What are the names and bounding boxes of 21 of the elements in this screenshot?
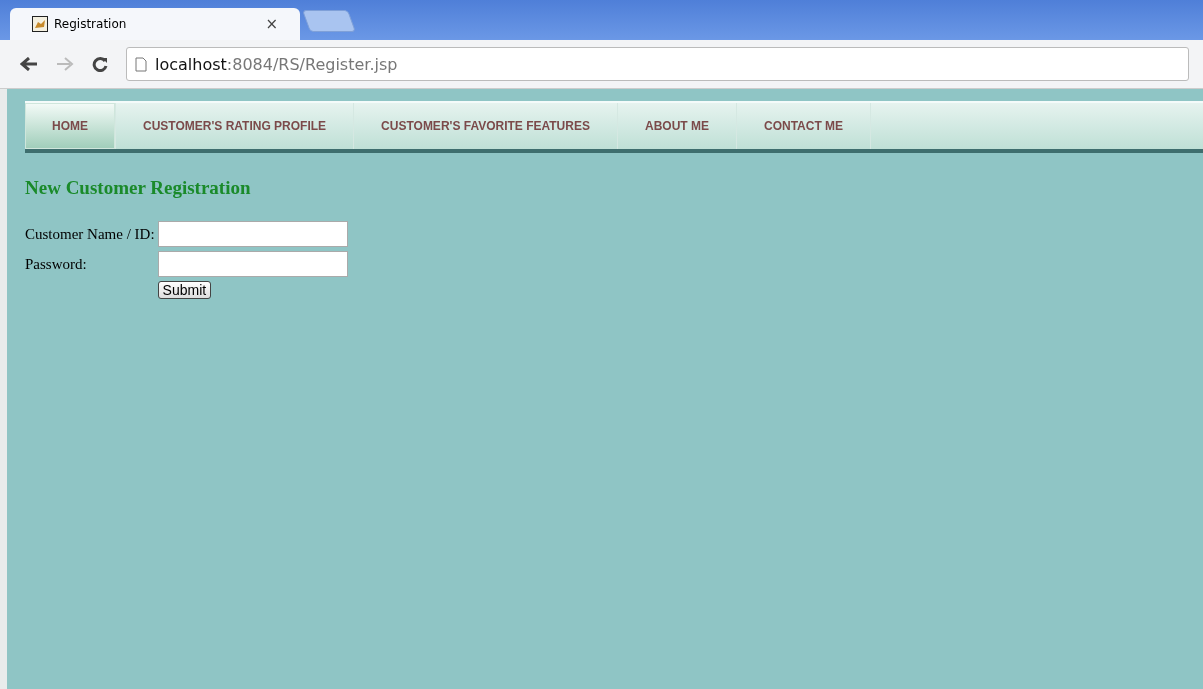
close-tab-button[interactable]: × [265, 15, 278, 33]
page-heading: New Customer Registration [25, 177, 252, 199]
nav-tab[interactable]: CUSTOMER'S FAVORITE FEATURES [354, 103, 618, 149]
address-bar[interactable]: localhost:8084/RS/Register.jsp [126, 47, 1189, 81]
nav-tab[interactable]: ABOUT ME [617, 103, 737, 149]
tab-title: Registration [54, 17, 128, 31]
forward-icon[interactable] [56, 57, 74, 71]
back-icon[interactable] [20, 57, 38, 71]
nav-tab[interactable]: CUSTOMER'S RATING PROFILE [116, 103, 355, 149]
submit-button[interactable]: Submit [157, 281, 212, 299]
field-label: Customer Name / ID: [25, 225, 155, 243]
url-text: localhost:8084/RS/Register.jsp [155, 54, 398, 74]
nav-tab[interactable]: CONTACT ME [736, 103, 872, 149]
new-tab-button[interactable] [302, 10, 356, 32]
nav-tab[interactable]: HOME [25, 103, 116, 149]
page-icon [135, 56, 147, 72]
browser-tab[interactable]: Registration × [10, 8, 300, 40]
input-field[interactable] [157, 251, 348, 277]
reload-icon[interactable] [92, 56, 108, 72]
field-label: Password: [25, 255, 88, 273]
input-field[interactable] [157, 221, 348, 247]
